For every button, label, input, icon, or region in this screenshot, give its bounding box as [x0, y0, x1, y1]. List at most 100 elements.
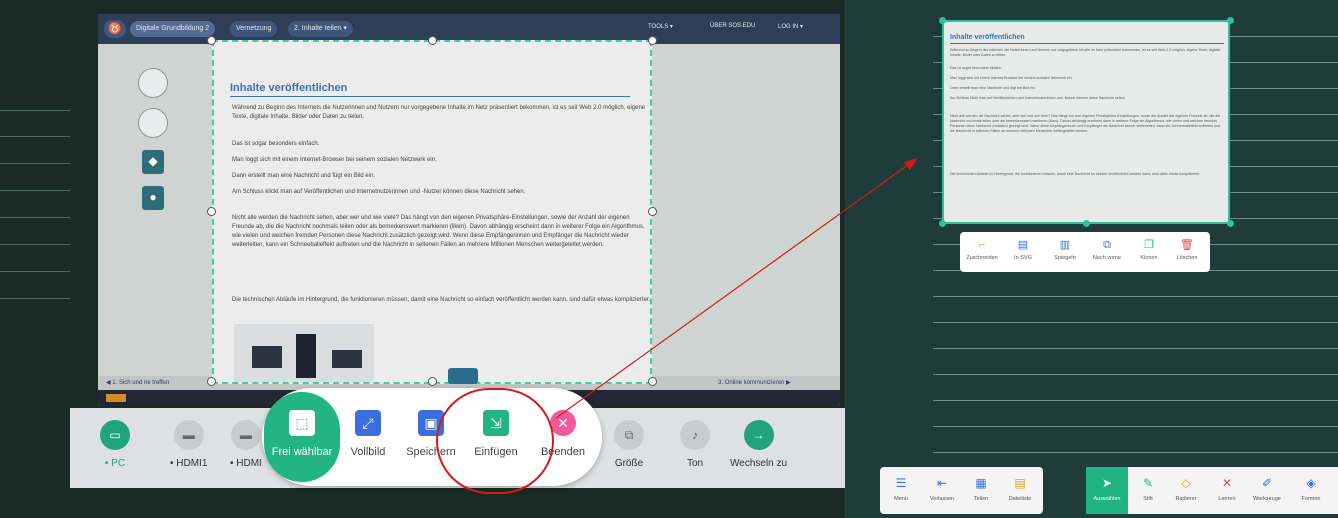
delete-button[interactable]: 🗑 Löschen	[1170, 238, 1204, 261]
doc-title: Inhalte veröffentlichen	[230, 82, 348, 94]
breadcrumb-3[interactable]: 2. Inhalte teilen ▾	[288, 21, 353, 37]
switch-to-button[interactable]: → Wechseln zu	[730, 420, 787, 469]
size-button[interactable]: ⧉ Größe	[614, 420, 644, 469]
clear-button[interactable]: ✕ Leeren	[1212, 475, 1242, 502]
inserted-doc-step-1: Man loggt sich mit einem Internet-Browse…	[950, 76, 1073, 80]
highlight-circle	[436, 388, 554, 494]
clone-button[interactable]: ❐ Klonen	[1132, 238, 1166, 261]
object-context-menu: ⌐ Zuschneiden ▤ In SVG ▥ Spiegeln ⧉ Nach…	[960, 232, 1210, 272]
network-illustration	[234, 324, 374, 382]
weather-icon	[106, 394, 126, 402]
exit-icon: ⇤	[936, 476, 948, 490]
board-line	[933, 426, 1338, 427]
resize-handle[interactable]	[207, 207, 216, 216]
fullscreen-button[interactable]: ⤢ Vollbild	[346, 410, 390, 458]
eraser-tool-button[interactable]: ◇ Radierer	[1168, 475, 1204, 502]
free-select-button[interactable]: ⬚ Frei wählbar	[270, 410, 334, 458]
inserted-doc-title: Inhalte veröffentlichen	[950, 34, 1025, 41]
qr-icon: ▦	[975, 476, 987, 490]
resize-handle[interactable]	[939, 220, 946, 227]
inserted-doc-step-3: Am Schluss klickt man auf Veröffentliche…	[950, 96, 1126, 100]
close-icon: ✕	[550, 410, 576, 436]
to-svg-button[interactable]: ▤ In SVG	[1006, 238, 1040, 261]
board-menu-bar: ☰ Menü ⇤ Verlassen ▦ Teilen ▤ Dateiliste	[880, 467, 1043, 514]
resize-handle[interactable]	[648, 36, 657, 45]
file-list-button[interactable]: ▤ Dateiliste	[1002, 475, 1038, 502]
about-link[interactable]: ÜBER SOS.EDU	[710, 23, 755, 29]
resize-handle[interactable]	[428, 377, 437, 386]
resize-handle[interactable]	[939, 17, 946, 24]
source-pc[interactable]: ▭ • PC	[100, 420, 130, 469]
mirror-button[interactable]: ▥ Spiegeln	[1046, 238, 1084, 261]
resize-handle[interactable]	[648, 377, 657, 386]
source-hdmi1[interactable]: ▬ • HDMI1	[170, 420, 207, 469]
trash-icon: 🗑	[1180, 239, 1194, 251]
breadcrumb-2[interactable]: Vernetzung	[230, 21, 278, 37]
resize-handle[interactable]	[1083, 220, 1090, 227]
globe-icon[interactable]	[138, 68, 168, 98]
inserted-doc-paragraph-2: Das ist sogar besonders einfach.	[950, 66, 1003, 70]
tools-menu[interactable]: TOOLS ▾	[648, 23, 673, 30]
selected-document[interactable]: Inhalte veröffentlichen A Während zu Beg…	[212, 40, 652, 384]
bring-forward-icon: ⧉	[1103, 239, 1111, 251]
resize-handle[interactable]	[428, 36, 437, 45]
breadcrumb-1[interactable]: Digitale Grundbildung 2	[130, 21, 216, 37]
exit-board-button[interactable]: ⇤ Verlassen	[924, 475, 960, 502]
shapes-icon: ◈	[1306, 476, 1316, 490]
sound-icon: ♪	[680, 420, 710, 450]
doc-paragraph-2: Das ist sogar besonders einfach.	[232, 141, 320, 147]
share-button[interactable]: ▦ Teilen	[966, 475, 996, 502]
cursor-icon: ➤	[1101, 476, 1113, 490]
select-tool-button[interactable]: ➤ Auswählen	[1088, 475, 1126, 502]
next-chapter-link[interactable]: 3. Online kommunizieren ▶	[718, 379, 791, 386]
location-icon[interactable]: ●	[142, 186, 164, 210]
board-line	[933, 322, 1338, 323]
doc-paragraph-1: Während zu Beginn des Internets die Nutz…	[232, 105, 646, 120]
file-list-icon: ▤	[1014, 476, 1026, 490]
crop-button[interactable]: ⌐ Zuschneiden	[964, 238, 1000, 261]
menu-button[interactable]: ☰ Menü	[886, 475, 916, 502]
laptop-icon	[332, 350, 362, 368]
pen-tool-button[interactable]: ✎ Stift	[1134, 475, 1162, 502]
resize-handle[interactable]	[648, 207, 657, 216]
crop-free-icon: ⬚	[289, 410, 315, 436]
source-hdmi2[interactable]: ▬ • HDMI	[230, 420, 262, 469]
login-menu[interactable]: LOG IN ▾	[778, 23, 803, 30]
inserted-document[interactable]: Inhalte veröffentlichen Während zu Begin…	[942, 20, 1230, 224]
app-logo-icon: ♉	[104, 20, 126, 38]
resize-handle[interactable]	[1227, 220, 1234, 227]
prev-chapter-link[interactable]: ◀ 1. Sich und ne treffen	[106, 379, 169, 386]
board-line	[933, 374, 1338, 375]
board-line	[933, 296, 1338, 297]
inserted-doc-step-2: Dann erstellt man eine Nachricht und füg…	[950, 86, 1036, 90]
inserted-doc-rule	[950, 43, 1224, 44]
mirror-icon: ▥	[1059, 239, 1071, 251]
hdmi-icon: ▬	[173, 420, 204, 450]
server-icon	[296, 334, 316, 378]
resize-handle[interactable]	[1227, 17, 1234, 24]
capture-toolbar-icon[interactable]	[448, 368, 478, 384]
inserted-doc-paragraph-3: Nicht alle werden die Nachricht sehen, a…	[950, 114, 1221, 133]
shapes-button[interactable]: ◈ Formen	[1294, 475, 1328, 502]
eraser-icon: ◇	[1181, 476, 1191, 490]
resize-handle[interactable]	[207, 36, 216, 45]
computer-icon	[252, 346, 282, 368]
doc-step-2: Dann erstellt man eine Nachricht und füg…	[232, 173, 376, 179]
hdmi-icon: ▬	[230, 420, 261, 450]
doc-title-rule	[230, 96, 630, 97]
board-line	[933, 348, 1338, 349]
doc-paragraph-4: Die technischen Abläufe im Hintergrund, …	[232, 297, 651, 303]
tools-button[interactable]: ✐ Werkzeuge	[1248, 475, 1286, 502]
board-line	[933, 400, 1338, 401]
sound-button[interactable]: ♪ Ton	[680, 420, 710, 469]
resize-handle[interactable]	[207, 377, 216, 386]
crop-icon: ⌐	[978, 239, 986, 251]
gem-icon[interactable]	[138, 108, 168, 138]
menu-icon: ☰	[895, 476, 907, 490]
lightbulb-icon[interactable]: ◆	[142, 150, 164, 174]
bring-forward-button[interactable]: ⧉ Nach vorne	[1086, 238, 1128, 261]
inserted-doc-paragraph-1: Während zu Beginn des Internets die Nutz…	[950, 48, 1221, 57]
ruler-icon: ✐	[1261, 476, 1273, 490]
inserted-doc-paragraph-4: Die technischen Abläufe im Hintergrund, …	[950, 172, 1201, 176]
fullscreen-icon: ⤢	[355, 410, 381, 436]
